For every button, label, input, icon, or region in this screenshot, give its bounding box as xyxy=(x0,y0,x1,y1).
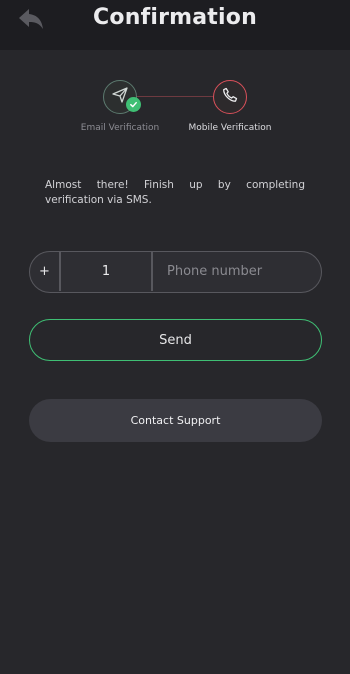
step-label-mobile: Mobile Verification xyxy=(188,123,272,133)
step-label-email: Email Verification xyxy=(80,123,160,133)
step-mobile-verification xyxy=(213,80,247,114)
check-icon xyxy=(126,97,141,112)
app-header: Confirmation xyxy=(0,0,350,50)
instruction-text: Almost there! Finish up by completing ve… xyxy=(45,179,305,206)
phone-icon xyxy=(222,87,238,107)
country-code-field[interactable]: 1 xyxy=(61,252,151,291)
phone-input-group: + 1 xyxy=(29,251,322,293)
contact-support-button[interactable]: Contact Support xyxy=(29,399,322,442)
page-title: Confirmation xyxy=(93,5,257,30)
send-button[interactable]: Send xyxy=(29,319,322,361)
step-connector xyxy=(137,96,213,97)
plus-prefix: + xyxy=(39,264,50,279)
phone-number-input[interactable] xyxy=(153,252,313,291)
